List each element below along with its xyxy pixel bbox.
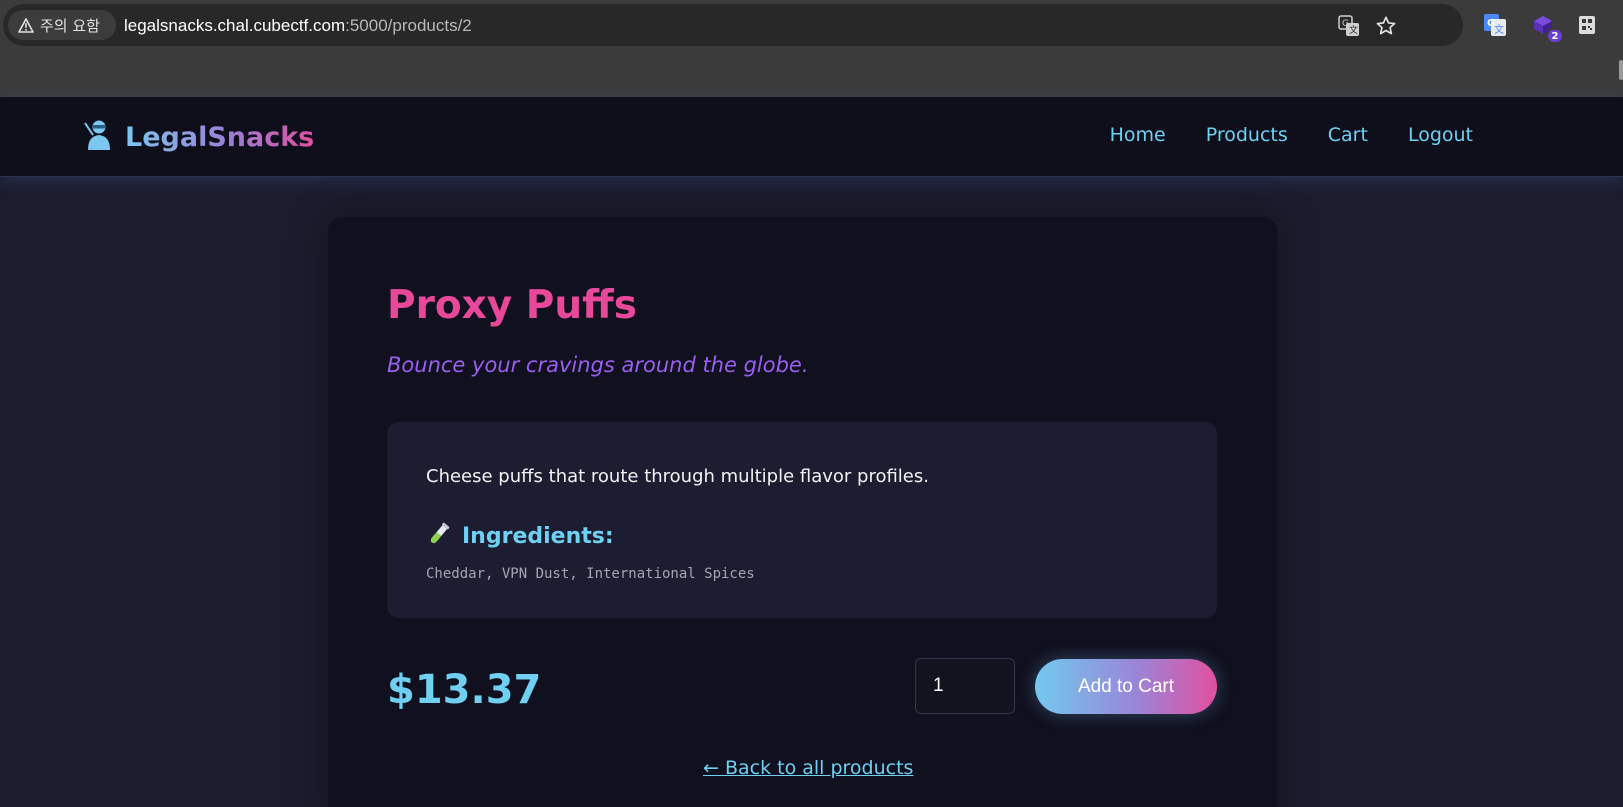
nav-logout[interactable]: Logout: [1408, 124, 1473, 146]
svg-text:文: 文: [1494, 23, 1504, 36]
product-title: Proxy Puffs: [387, 283, 637, 328]
add-to-cart-button[interactable]: Add to Cart: [1035, 659, 1217, 714]
qr-extension-icon[interactable]: [1574, 12, 1600, 38]
address-bar[interactable]: 주의 요함 legalsnacks.chal.cubectf.com:5000/…: [3, 4, 1463, 46]
extension-icon[interactable]: 2: [1530, 12, 1564, 44]
scroll-indicator: [1619, 60, 1623, 80]
svg-text:文: 文: [1349, 24, 1358, 36]
product-description: Cheese puffs that route through multiple…: [426, 466, 929, 487]
security-chip[interactable]: 주의 요함: [8, 10, 116, 40]
nav-products[interactable]: Products: [1206, 124, 1288, 146]
product-price: $13.37: [387, 667, 542, 713]
product-card: Proxy Puffs Bounce your cravings around …: [328, 217, 1277, 807]
browser-toolbar: 주의 요함 legalsnacks.chal.cubectf.com:5000/…: [0, 0, 1623, 97]
google-translate-extension-icon[interactable]: G 文: [1482, 12, 1508, 38]
translate-icon[interactable]: G 文: [1337, 14, 1361, 38]
url-text[interactable]: legalsnacks.chal.cubectf.com:5000/produc…: [124, 16, 472, 36]
bookmark-star-icon[interactable]: [1374, 14, 1398, 38]
quantity-input[interactable]: [915, 658, 1015, 714]
extension-badge: 2: [1546, 28, 1564, 44]
ingredients-heading: Ingredients:: [426, 521, 614, 551]
nav-home[interactable]: Home: [1110, 124, 1166, 146]
site-header: LegalSnacks Home Products Cart Logout: [0, 97, 1623, 177]
product-details: Cheese puffs that route through multiple…: [387, 422, 1217, 618]
url-host: legalsnacks.chal.cubectf.com: [124, 16, 346, 35]
test-tube-icon: [426, 521, 452, 551]
url-path: :5000/products/2: [345, 16, 472, 35]
security-label: 주의 요함: [40, 16, 100, 35]
svg-text:G: G: [1342, 19, 1349, 29]
main-nav: Home Products Cart Logout: [1110, 124, 1473, 146]
nav-cart[interactable]: Cart: [1328, 124, 1368, 146]
back-to-products-link[interactable]: ← Back to all products: [703, 757, 913, 779]
brand-logo[interactable]: LegalSnacks: [83, 119, 314, 155]
brand-name: LegalSnacks: [125, 121, 315, 153]
ingredients-list: Cheddar, VPN Dust, International Spices: [426, 566, 755, 582]
ingredients-label: Ingredients:: [462, 523, 614, 549]
product-tagline: Bounce your cravings around the globe.: [387, 353, 809, 377]
ninja-icon: [83, 119, 113, 155]
warning-icon: [18, 17, 34, 33]
